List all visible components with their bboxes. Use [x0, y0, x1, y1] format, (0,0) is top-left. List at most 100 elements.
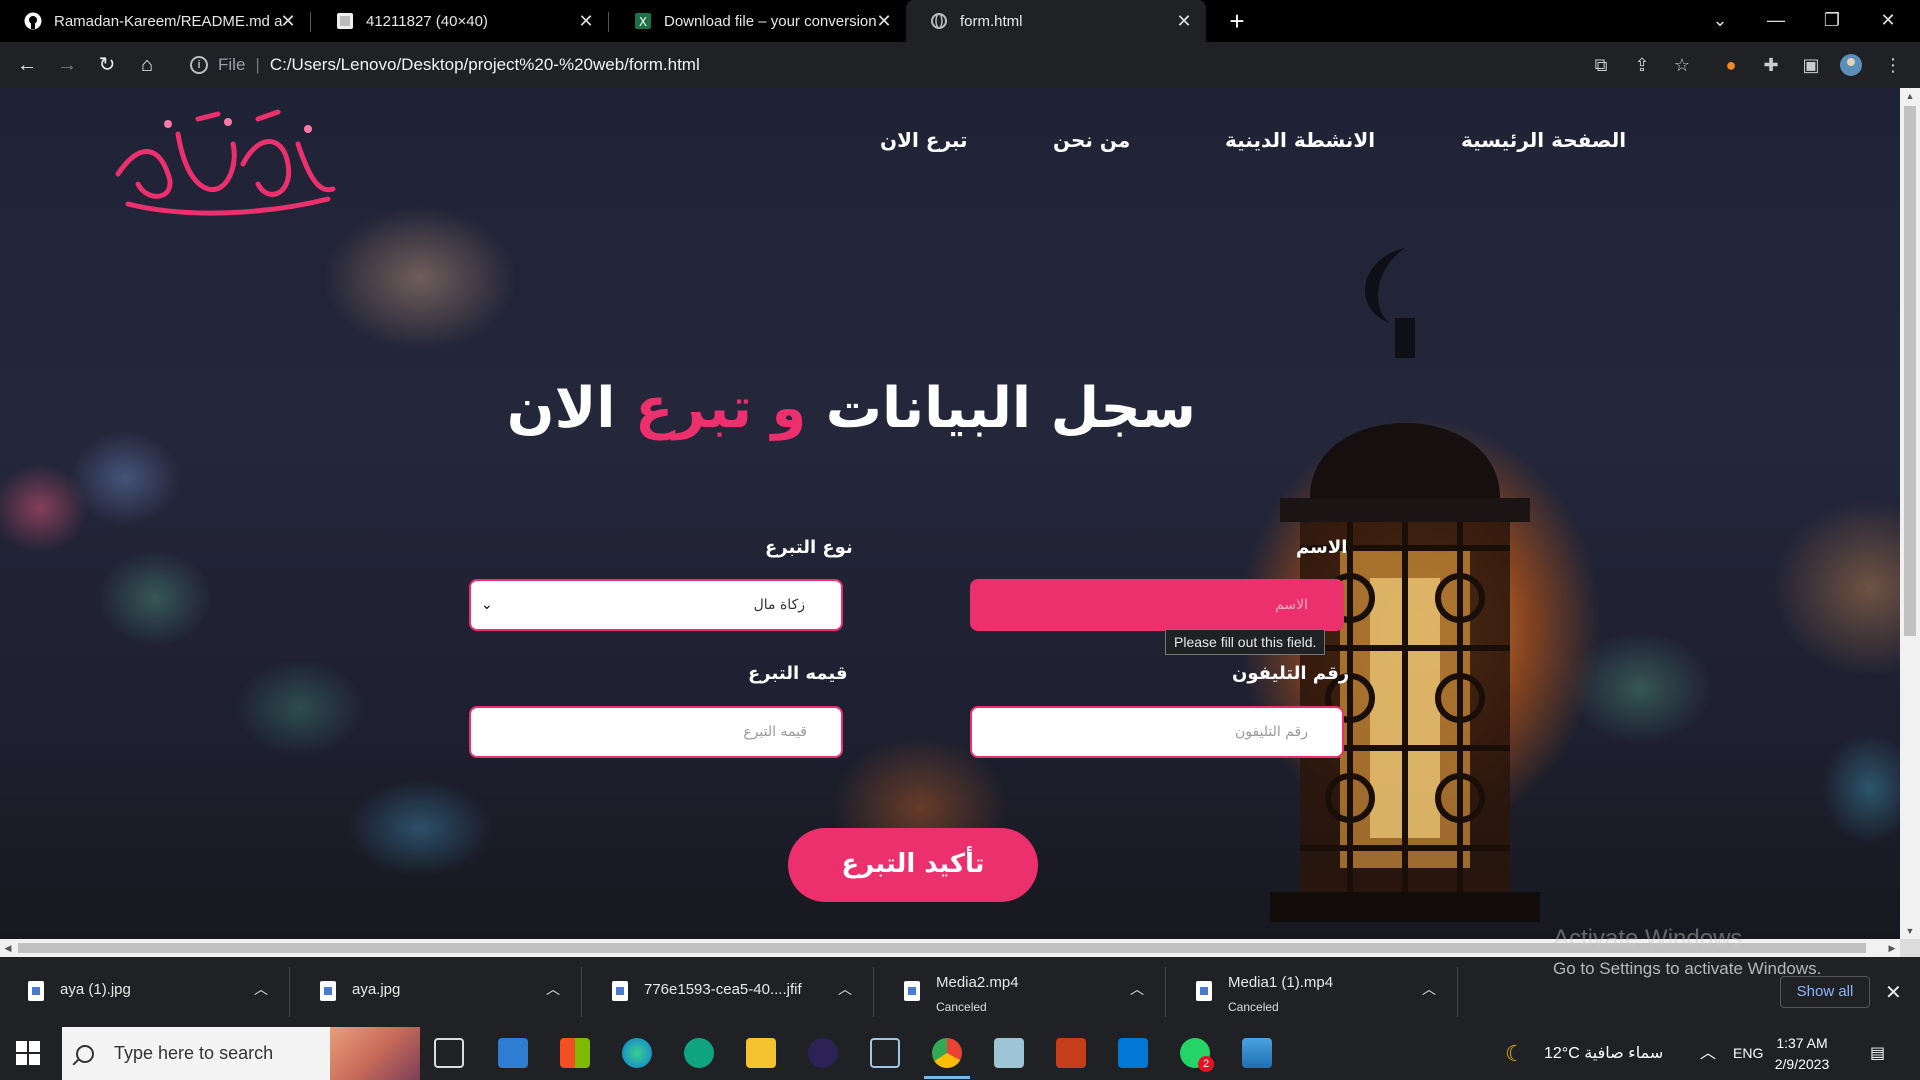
- eclipse-icon[interactable]: [808, 1038, 838, 1068]
- confirm-donation-button[interactable]: تأكيد التبرع: [788, 828, 1038, 902]
- translate-icon[interactable]: ⧉: [1590, 54, 1612, 76]
- phone-label: رقم التليفون: [1232, 663, 1350, 684]
- nav-home[interactable]: الصفحة الرئيسية: [1461, 128, 1626, 152]
- amount-label: قيمه التبرع: [748, 663, 848, 684]
- notifications-icon[interactable]: ▤: [1870, 1027, 1885, 1080]
- tab-close-icon[interactable]: ✕: [1174, 11, 1194, 31]
- back-icon[interactable]: ←: [12, 50, 42, 80]
- whatsapp-icon[interactable]: 2: [1180, 1038, 1214, 1072]
- tab-close-icon[interactable]: ✕: [874, 11, 894, 31]
- donation-type-value: زكاة مال: [753, 597, 805, 613]
- page-viewport: الصفحة الرئيسية الانشطة الدينية من نحن ت…: [0, 88, 1900, 939]
- chrome-icon[interactable]: [924, 1038, 970, 1079]
- side-panel-icon[interactable]: ▣: [1800, 54, 1822, 76]
- bookmark-star-icon[interactable]: ☆: [1671, 54, 1693, 76]
- image-icon: [336, 12, 354, 30]
- download-divider: [873, 967, 874, 1017]
- vertical-scroll-thumb[interactable]: [1904, 106, 1916, 636]
- name-input[interactable]: الاسم: [970, 579, 1344, 631]
- taskbar-clock[interactable]: 1:37 AM 2/9/2023: [1762, 1033, 1842, 1075]
- chevron-up-icon[interactable]: ︿: [1422, 979, 1436, 999]
- download-item[interactable]: Media2.mp4 Canceled ︿: [876, 957, 1166, 1027]
- vscode-icon[interactable]: [1118, 1038, 1148, 1068]
- taskbar-search-box[interactable]: Type here to search: [62, 1027, 420, 1080]
- extension-orange-icon[interactable]: ●: [1720, 54, 1742, 76]
- 3d-viewer-icon[interactable]: [870, 1038, 900, 1068]
- tab-title: Ramadan-Kareem/README.md a: [54, 12, 283, 30]
- extensions-puzzle-icon[interactable]: ✚: [1760, 54, 1782, 76]
- home-icon[interactable]: ⌂: [132, 50, 162, 80]
- download-filename: Media1 (1).mp4: [1228, 974, 1334, 991]
- download-item[interactable]: aya.jpg ︿: [292, 957, 582, 1027]
- share-icon[interactable]: ⇪: [1631, 54, 1653, 76]
- file-explorer-icon[interactable]: [746, 1038, 776, 1068]
- amount-input[interactable]: قيمه التبرع: [469, 706, 843, 758]
- download-item[interactable]: Media1 (1).mp4 Canceled ︿: [1168, 957, 1458, 1027]
- tab-divider: [608, 12, 609, 32]
- language-indicator[interactable]: ENG: [1733, 1027, 1763, 1080]
- ramadan-kareem-logo: [115, 109, 336, 216]
- download-status: Canceled: [936, 1000, 987, 1014]
- weather-text[interactable]: 12°C سماء صافية: [1544, 1027, 1663, 1080]
- address-bar[interactable]: i File | C:/Users/Lenovo/Desktop/project…: [178, 47, 1612, 83]
- tab-search-icon[interactable]: ⌄: [1692, 0, 1748, 42]
- browser-toolbar: ← → ↻ ⌂ i File | C:/Users/Lenovo/Desktop…: [0, 42, 1920, 88]
- svg-text:X: X: [639, 15, 647, 29]
- scroll-right-icon[interactable]: ▶: [1884, 939, 1900, 957]
- task-view-icon[interactable]: [434, 1038, 464, 1068]
- chevron-up-icon[interactable]: ︿: [1130, 979, 1144, 999]
- tab-github[interactable]: Ramadan-Kareem/README.md a ✕: [0, 0, 310, 42]
- nav-religious-activities[interactable]: الانشطة الدينية: [1225, 128, 1375, 152]
- forward-icon[interactable]: →: [52, 50, 82, 80]
- download-divider: [289, 967, 290, 1017]
- tab-download[interactable]: X Download file – your conversion ✕: [610, 0, 906, 42]
- phone-input[interactable]: رقم التليفون: [970, 706, 1344, 758]
- tab-title: 41211827 (40×40): [366, 12, 488, 30]
- profile-avatar[interactable]: [1840, 54, 1862, 76]
- donation-type-select[interactable]: زكاة مال ⌄: [469, 579, 843, 631]
- site-info-icon[interactable]: i: [190, 56, 208, 74]
- download-divider: [1165, 967, 1166, 1017]
- camera-app-icon[interactable]: [498, 1038, 528, 1068]
- powerpoint-icon[interactable]: [1056, 1038, 1086, 1068]
- scroll-left-icon[interactable]: ◀: [0, 939, 16, 957]
- vertical-scrollbar[interactable]: ▲ ▼: [1900, 88, 1920, 939]
- chatgpt-icon[interactable]: [684, 1038, 714, 1068]
- tray-chevron-up-icon[interactable]: ︿: [1700, 1027, 1716, 1080]
- download-status: Canceled: [1228, 1000, 1279, 1014]
- activate-windows-title: Activate Windows: [1553, 925, 1743, 952]
- nav-donate-now[interactable]: تبرع الان: [880, 128, 968, 152]
- reload-icon[interactable]: ↻: [92, 50, 122, 80]
- restore-icon[interactable]: ❐: [1804, 0, 1860, 42]
- close-shelf-icon[interactable]: ✕: [1885, 980, 1902, 1005]
- nav-about-us[interactable]: من نحن: [1053, 128, 1130, 152]
- search-highlight-art: [330, 1027, 420, 1080]
- tab-form[interactable]: form.html ✕: [906, 0, 1206, 42]
- edge-icon[interactable]: [622, 1038, 652, 1068]
- scroll-down-icon[interactable]: ▼: [1900, 923, 1920, 939]
- microsoft-store-icon[interactable]: [560, 1038, 590, 1068]
- minimize-icon[interactable]: —: [1748, 0, 1804, 42]
- photos-app-icon[interactable]: [1242, 1038, 1272, 1068]
- search-placeholder: Type here to search: [114, 1043, 274, 1063]
- scheme-label: File: [218, 55, 246, 74]
- chevron-up-icon[interactable]: ︿: [838, 979, 852, 999]
- chevron-up-icon[interactable]: ︿: [254, 979, 268, 999]
- tab-close-icon[interactable]: ✕: [576, 11, 596, 31]
- download-item[interactable]: 776e1593-cea5-40....jfif ︿: [584, 957, 874, 1027]
- tab-close-icon[interactable]: ✕: [278, 11, 298, 31]
- url-text[interactable]: C:/Users/Lenovo/Desktop/project%20-%20we…: [270, 55, 700, 75]
- browser-menu-icon[interactable]: ⋮: [1882, 54, 1904, 76]
- headline-part-register: سجل البيانات: [825, 376, 1196, 441]
- notes-app-icon[interactable]: [994, 1038, 1024, 1068]
- chevron-up-icon[interactable]: ︿: [546, 979, 560, 999]
- close-window-icon[interactable]: ✕: [1860, 0, 1916, 42]
- windows-start-icon[interactable]: [16, 1041, 40, 1065]
- scrollbar-corner: [1900, 939, 1920, 957]
- tab-image[interactable]: 41211827 (40×40) ✕: [312, 0, 608, 42]
- show-all-downloads-button[interactable]: Show all: [1780, 976, 1870, 1008]
- new-tab-icon[interactable]: +: [1222, 6, 1252, 36]
- download-item[interactable]: aya (1).jpg ︿: [0, 957, 290, 1027]
- page-headline: سجل البيانات و تبرع الان: [507, 376, 1196, 441]
- scroll-up-icon[interactable]: ▲: [1900, 88, 1920, 104]
